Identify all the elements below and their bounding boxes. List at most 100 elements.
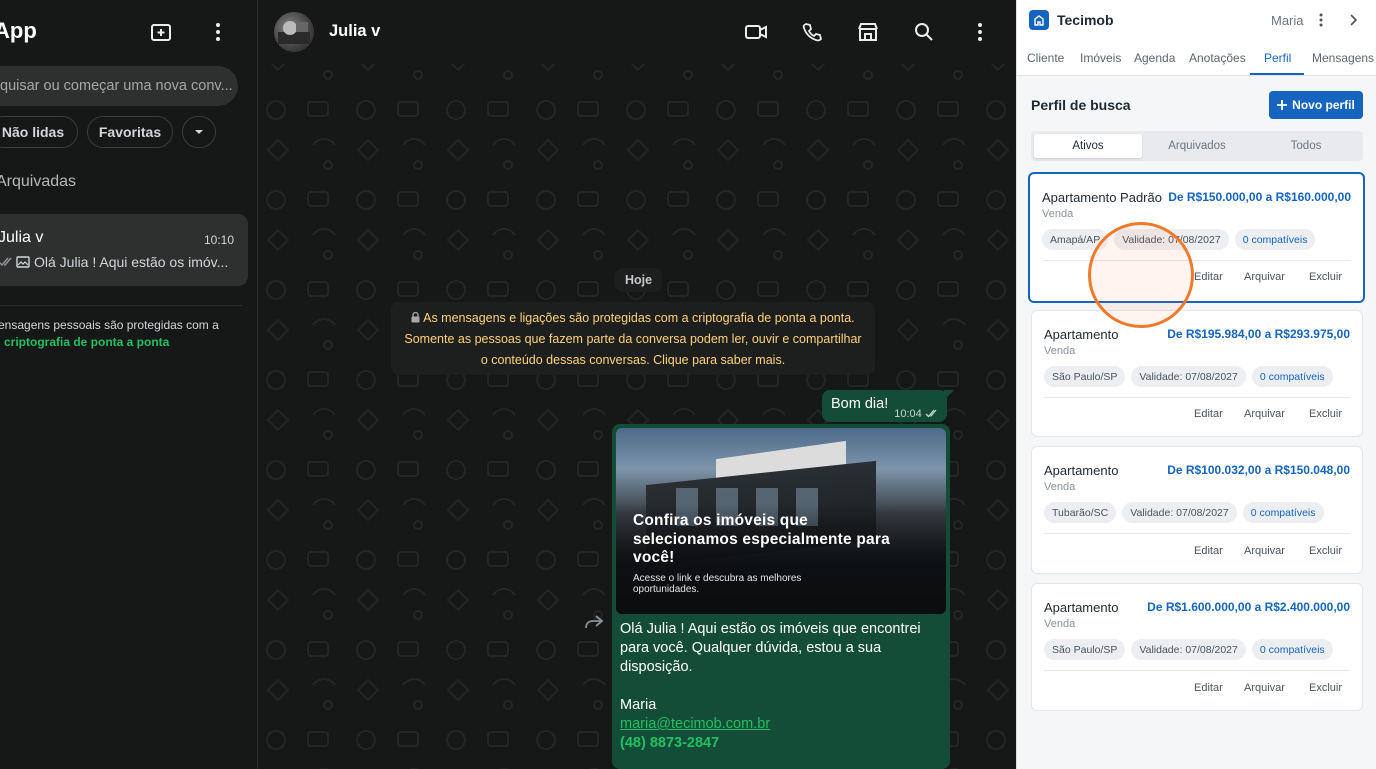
tab-perfil[interactable]: Perfil: [1264, 51, 1291, 65]
matches-tag[interactable]: 0 compatíveis: [1251, 639, 1333, 660]
profile-filter-segments: Ativos Arquivados Todos: [1031, 131, 1363, 161]
delete-button[interactable]: Excluir: [1309, 682, 1342, 694]
delete-button[interactable]: Excluir: [1309, 408, 1342, 420]
new-profile-label: Novo perfil: [1292, 98, 1355, 112]
chat-list-item[interactable]: Julia v 10:10 Olá Julia ! Aqui estão os …: [0, 214, 248, 286]
media-caption: Olá Julia ! Aqui estão os imóveis que en…: [620, 620, 940, 753]
segment-todos[interactable]: Todos: [1252, 134, 1360, 158]
card-divider: [1044, 397, 1350, 398]
date-divider: Hoje: [615, 268, 663, 292]
encryption-footer: ensagens pessoais são protegidas com a c…: [0, 317, 243, 351]
profile-tags: São Paulo/SP Validade: 07/08/2027 0 comp…: [1044, 639, 1333, 660]
delete-button[interactable]: Excluir: [1309, 545, 1342, 557]
crm-header: Tecimob Maria: [1017, 0, 1376, 40]
search-profile-card[interactable]: Apartamento De R$195.984,00 a R$293.975,…: [1031, 310, 1363, 437]
plus-icon: [1277, 100, 1288, 110]
video-call-icon[interactable]: [744, 20, 768, 44]
chat-preview-text: Olá Julia ! Aqui estão os imóv...: [34, 254, 229, 270]
tab-agenda[interactable]: Agenda: [1134, 51, 1175, 65]
outgoing-message[interactable]: Bom dia! 10:04: [822, 390, 947, 422]
search-profile-card[interactable]: Apartamento Padrão De R$150.000,00 a R$1…: [1028, 172, 1365, 303]
profile-title: Apartamento: [1044, 327, 1119, 342]
image-icon: [16, 256, 30, 268]
chevron-right-icon[interactable]: [1348, 13, 1358, 27]
email-link[interactable]: maria@tecimob.com.br: [620, 715, 940, 734]
enc-line-2: Somente as pessoas que fazem parte da co…: [404, 332, 862, 346]
card-divider: [1044, 670, 1350, 671]
chip-unread[interactable]: Não lidas: [0, 116, 78, 148]
edit-button[interactable]: Editar: [1194, 682, 1223, 694]
archive-button[interactable]: Arquivar: [1244, 271, 1285, 283]
search-input[interactable]: quisar ou começar uma nova conv...: [0, 66, 238, 106]
outgoing-media-message[interactable]: Confira os imóveis que selecionamos espe…: [612, 424, 950, 769]
message-meta: 10:04: [894, 405, 939, 422]
divider: [0, 305, 242, 306]
validity-tag: Validade: 07/08/2027: [1131, 366, 1246, 387]
edit-button[interactable]: Editar: [1194, 545, 1223, 557]
phone-call-icon[interactable]: [800, 20, 824, 44]
conversation-menu-icon[interactable]: [968, 20, 992, 44]
matches-tag[interactable]: 0 compatíveis: [1234, 229, 1316, 250]
encryption-notice-line1: As mensagens e ligações são protegidas c…: [391, 308, 875, 329]
section-title: Perfil de busca: [1031, 97, 1131, 113]
forward-icon[interactable]: [584, 614, 604, 630]
card-divider: [1042, 260, 1351, 261]
profile-tags: Tubarão/SC Validade: 07/08/2027 0 compat…: [1044, 502, 1324, 523]
archived-label[interactable]: Arquivadas: [0, 173, 76, 191]
tab-mensagens[interactable]: Mensagens: [1312, 51, 1374, 65]
phone-link[interactable]: (48) 8873-2847: [620, 734, 940, 753]
tecimob-logo-icon: [1029, 10, 1049, 30]
conversation-header: Julia v: [258, 0, 1016, 64]
chat-list-panel: App quisar ou começar uma nova conv... N…: [0, 0, 258, 769]
profile-price-range: De R$195.984,00 a R$293.975,00: [1167, 327, 1350, 341]
card-divider: [1044, 533, 1350, 534]
location-tag: São Paulo/SP: [1044, 639, 1126, 660]
enc-line-3: o conteúdo dessas conversas. Clique para…: [480, 353, 786, 367]
search-profile-card[interactable]: Apartamento De R$100.032,00 a R$150.048,…: [1031, 446, 1363, 574]
user-name[interactable]: Maria: [1271, 13, 1304, 28]
crm-menu-icon[interactable]: [1317, 11, 1325, 29]
double-check-icon: [0, 257, 12, 267]
caption-line-1: Olá Julia ! Aqui estão os imóveis que en…: [620, 621, 921, 637]
new-profile-button[interactable]: Novo perfil: [1269, 91, 1363, 119]
profile-title: Apartamento: [1044, 600, 1119, 615]
double-check-icon: [925, 409, 937, 418]
tab-anotacoes[interactable]: Anotações: [1189, 51, 1246, 65]
menu-kebab-icon[interactable]: [206, 20, 230, 44]
search-placeholder: quisar ou começar uma nova conv...: [0, 78, 233, 94]
archive-button[interactable]: Arquivar: [1244, 408, 1285, 420]
lock-icon: [411, 311, 420, 323]
search-profile-card[interactable]: Apartamento De R$1.600.000,00 a R$2.400.…: [1031, 583, 1363, 711]
new-chat-icon[interactable]: [150, 20, 174, 44]
enc-line-1: As mensagens e ligações são protegidas c…: [423, 311, 855, 325]
property-promo-image[interactable]: Confira os imóveis que selecionamos espe…: [616, 428, 946, 614]
segment-arquivados[interactable]: Arquivados: [1143, 134, 1251, 158]
chat-name: Julia v: [0, 229, 44, 246]
promo-subline: Acesse o link e descubra as melhores opo…: [633, 573, 802, 595]
archive-button[interactable]: Arquivar: [1244, 682, 1285, 694]
store-icon[interactable]: [856, 20, 880, 44]
profile-type: Venda: [1044, 481, 1076, 493]
profile-price-range: De R$150.000,00 a R$160.000,00: [1168, 190, 1351, 204]
edit-button[interactable]: Editar: [1194, 271, 1223, 283]
validity-tag: Validade: 07/08/2027: [1131, 639, 1246, 660]
profile-type: Venda: [1044, 618, 1076, 630]
conversation-panel: Julia v Hoje As mensagens e ligações são…: [258, 0, 1016, 769]
matches-tag[interactable]: 0 compatíveis: [1242, 502, 1324, 523]
chip-favorites[interactable]: Favoritas: [87, 116, 173, 148]
tab-cliente[interactable]: Cliente: [1027, 51, 1064, 65]
matches-tag[interactable]: 0 compatíveis: [1251, 366, 1333, 387]
chat-preview: Olá Julia ! Aqui estão os imóv...: [0, 254, 234, 270]
encryption-notice[interactable]: As mensagens e ligações são protegidas c…: [391, 302, 875, 375]
delete-button[interactable]: Excluir: [1309, 271, 1342, 283]
search-icon[interactable]: [912, 20, 936, 44]
tab-imoveis[interactable]: Imóveis: [1080, 51, 1121, 65]
segment-ativos[interactable]: Ativos: [1034, 134, 1142, 158]
brand-name: Tecimob: [1057, 12, 1114, 28]
contact-name[interactable]: Julia v: [329, 22, 380, 41]
contact-avatar[interactable]: [274, 12, 314, 52]
chip-more-dropdown[interactable]: [182, 116, 216, 148]
archive-button[interactable]: Arquivar: [1244, 545, 1285, 557]
edit-button[interactable]: Editar: [1194, 408, 1223, 420]
encryption-footer-link[interactable]: criptografia de ponta a ponta: [0, 334, 243, 351]
